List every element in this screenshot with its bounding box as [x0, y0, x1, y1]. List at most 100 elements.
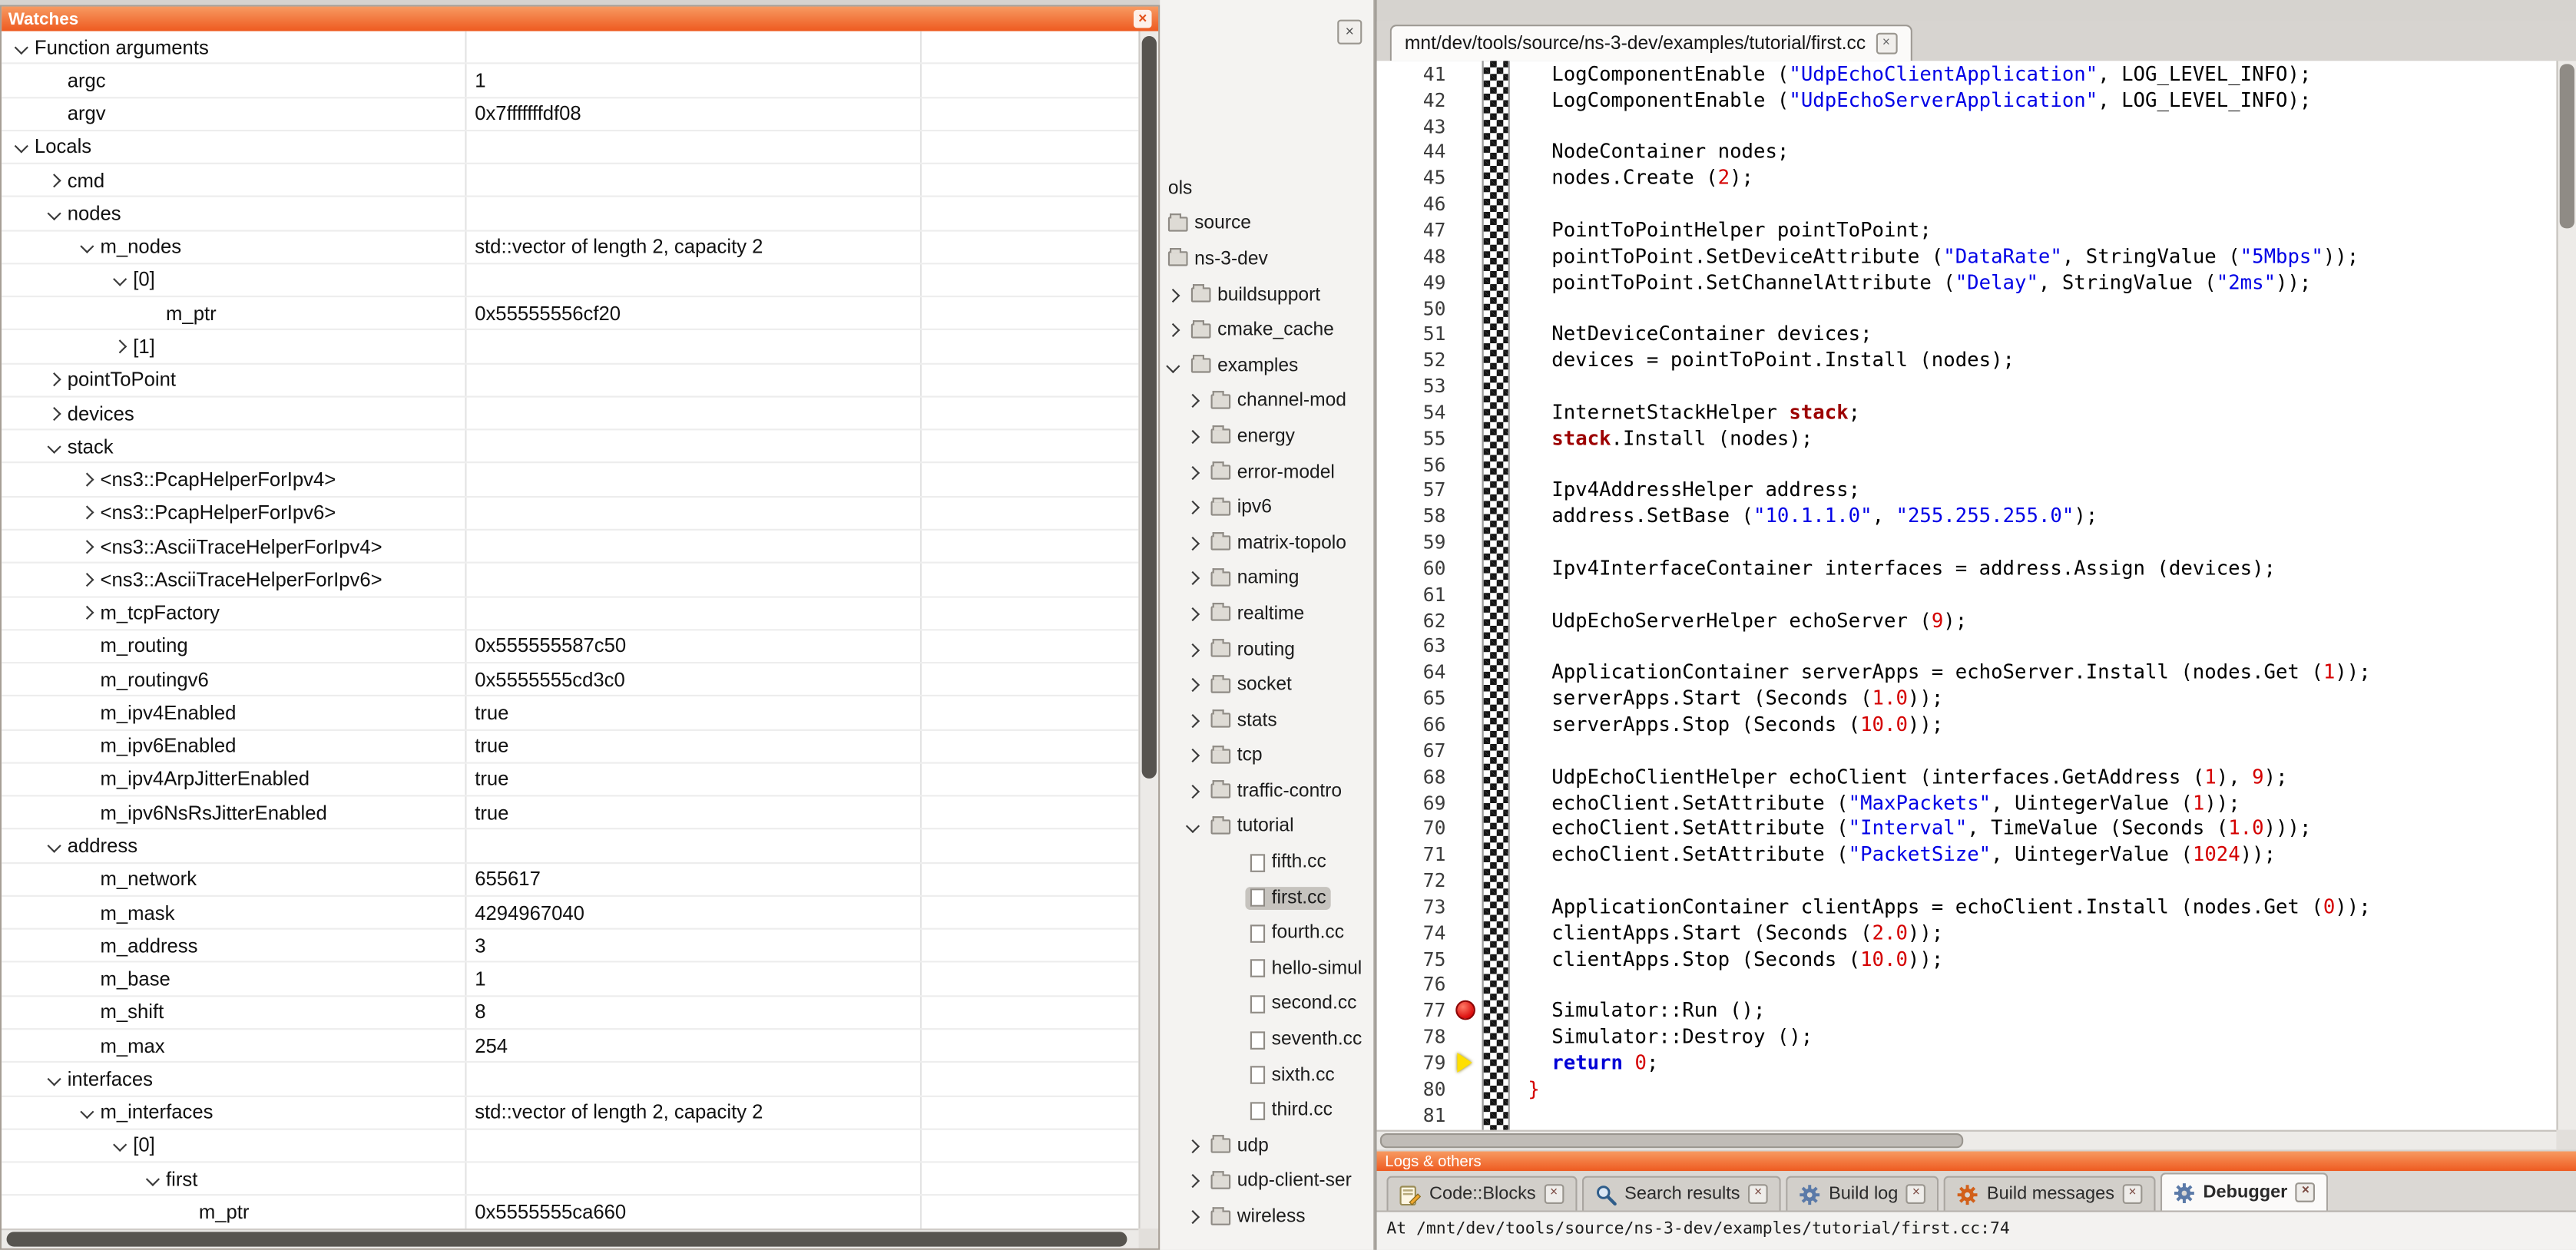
- watch-row[interactable]: m_ipv6NsRsJitterEnabledtrue: [2, 797, 1138, 830]
- expand-icon[interactable]: [1183, 462, 1203, 482]
- watch-row[interactable]: <ns3::AsciiTraceHelperForIpv6>: [2, 564, 1138, 597]
- watch-row[interactable]: devices: [2, 397, 1138, 430]
- code-line[interactable]: 63: [1377, 633, 2558, 660]
- watch-row[interactable]: m_tcpFactory: [2, 597, 1138, 630]
- tree-item-channel-mod[interactable]: channel-mod: [1160, 384, 1373, 419]
- marker-margin[interactable]: [1452, 1023, 1482, 1050]
- watch-row[interactable]: [0]: [2, 1129, 1138, 1162]
- tree-item-ipv6[interactable]: ipv6: [1160, 490, 1373, 525]
- tree-item-cmake-cache[interactable]: cmake_cache: [1160, 312, 1373, 348]
- watch-row[interactable]: [0]: [2, 264, 1138, 297]
- watch-row[interactable]: m_base1: [2, 963, 1138, 996]
- logs-titlebar[interactable]: Logs & others: [1377, 1152, 2576, 1172]
- expand-icon[interactable]: [78, 537, 98, 557]
- code-line[interactable]: 69 echoClient.SetAttribute ("MaxPackets"…: [1377, 789, 2558, 815]
- marker-margin[interactable]: [1452, 1102, 1482, 1128]
- tree-item-hello-simul[interactable]: hello-simul: [1160, 951, 1373, 987]
- watch-row[interactable]: m_shift8: [2, 997, 1138, 1030]
- tree-item-ns-3-dev[interactable]: ns-3-dev: [1160, 242, 1373, 277]
- tree-item-socket[interactable]: socket: [1160, 667, 1373, 703]
- code-line[interactable]: 52 devices = pointToPoint.Install (nodes…: [1377, 347, 2558, 373]
- tree-item-realtime[interactable]: realtime: [1160, 597, 1373, 632]
- expand-icon[interactable]: [1183, 675, 1203, 695]
- code-area[interactable]: 41 LogComponentEnable ("UdpEchoClientApp…: [1377, 61, 2558, 1130]
- expand-icon[interactable]: [45, 170, 65, 190]
- watch-row[interactable]: m_ptr0x55555556cf20: [2, 297, 1138, 330]
- marker-margin[interactable]: [1452, 269, 1482, 295]
- code-line[interactable]: 64 ApplicationContainer serverApps = ech…: [1377, 660, 2558, 686]
- marker-margin[interactable]: [1452, 737, 1482, 763]
- code-line[interactable]: 56: [1377, 451, 2558, 478]
- watch-row[interactable]: nodes: [2, 197, 1138, 230]
- watch-row[interactable]: m_interfacesstd::vector of length 2, cap…: [2, 1096, 1138, 1129]
- marker-margin[interactable]: [1452, 607, 1482, 633]
- scrollbar-thumb[interactable]: [7, 1232, 1127, 1246]
- marker-margin[interactable]: [1452, 763, 1482, 789]
- scrollbar-thumb[interactable]: [1380, 1133, 1963, 1148]
- marker-margin[interactable]: [1452, 243, 1482, 269]
- marker-margin[interactable]: [1452, 165, 1482, 191]
- marker-margin[interactable]: [1452, 477, 1482, 503]
- code-line[interactable]: 79 return 0;: [1377, 1050, 2558, 1076]
- close-pane-button[interactable]: ×: [1337, 20, 1362, 45]
- marker-margin[interactable]: [1452, 686, 1482, 712]
- watch-row[interactable]: m_network655617: [2, 863, 1138, 896]
- expand-icon[interactable]: [45, 403, 65, 423]
- logs-tab-debugger[interactable]: Debugger×: [2160, 1172, 2329, 1210]
- collapse-icon[interactable]: [12, 37, 31, 57]
- expand-icon[interactable]: [1183, 534, 1203, 554]
- watch-row[interactable]: <ns3::PcapHelperForIpv4>: [2, 464, 1138, 497]
- watch-row[interactable]: m_address3: [2, 930, 1138, 963]
- watch-row[interactable]: address: [2, 830, 1138, 863]
- expand-icon[interactable]: [1163, 285, 1183, 305]
- close-tab-icon[interactable]: ×: [2123, 1184, 2143, 1204]
- breakpoint-icon[interactable]: [1455, 1000, 1475, 1020]
- code-line[interactable]: 80}: [1377, 1076, 2558, 1102]
- marker-margin[interactable]: [1452, 1050, 1482, 1076]
- close-tab-icon[interactable]: ×: [1876, 33, 1897, 55]
- tree-item-tcp[interactable]: tcp: [1160, 739, 1373, 774]
- marker-margin[interactable]: [1452, 711, 1482, 737]
- tree-item-energy[interactable]: energy: [1160, 419, 1373, 455]
- tree-item-fourth-cc[interactable]: fourth.cc: [1160, 915, 1373, 951]
- marker-margin[interactable]: [1452, 113, 1482, 139]
- code-line[interactable]: 51 NetDeviceContainer devices;: [1377, 321, 2558, 347]
- marker-margin[interactable]: [1452, 555, 1482, 581]
- collapse-icon[interactable]: [45, 1069, 65, 1089]
- tree-item-seventh-cc[interactable]: seventh.cc: [1160, 1022, 1373, 1057]
- expand-icon[interactable]: [110, 337, 130, 357]
- marker-margin[interactable]: [1452, 842, 1482, 868]
- code-line[interactable]: 72: [1377, 868, 2558, 894]
- marker-margin[interactable]: [1452, 529, 1482, 555]
- logs-tab-search-results[interactable]: Search results×: [1582, 1176, 1781, 1211]
- watch-row[interactable]: interfaces: [2, 1063, 1138, 1096]
- marker-margin[interactable]: [1452, 425, 1482, 451]
- expand-icon[interactable]: [78, 503, 98, 523]
- collapse-icon[interactable]: [110, 1136, 130, 1156]
- watches-titlebar[interactable]: Watches ×: [2, 7, 1158, 31]
- code-line[interactable]: 41 LogComponentEnable ("UdpEchoClientApp…: [1377, 61, 2558, 87]
- close-tab-icon[interactable]: ×: [1906, 1184, 1926, 1204]
- collapse-icon[interactable]: [1183, 817, 1203, 837]
- marker-margin[interactable]: [1452, 295, 1482, 321]
- marker-margin[interactable]: [1452, 191, 1482, 217]
- expand-icon[interactable]: [78, 570, 98, 590]
- code-line[interactable]: 47 PointToPointHelper pointToPoint;: [1377, 217, 2558, 243]
- watches-horizontal-scrollbar[interactable]: [2, 1229, 1138, 1248]
- watch-row[interactable]: pointToPoint: [2, 364, 1138, 397]
- code-line[interactable]: 50: [1377, 295, 2558, 321]
- collapse-icon[interactable]: [45, 836, 65, 856]
- tree-item-examples[interactable]: examples: [1160, 348, 1373, 383]
- marker-margin[interactable]: [1452, 789, 1482, 815]
- code-line[interactable]: 73 ApplicationContainer clientApps = ech…: [1377, 894, 2558, 920]
- tree-item-traffic-contro[interactable]: traffic-contro: [1160, 774, 1373, 809]
- code-line[interactable]: 44 NodeContainer nodes;: [1377, 139, 2558, 165]
- watch-row[interactable]: first: [2, 1163, 1138, 1196]
- expand-icon[interactable]: [78, 470, 98, 490]
- expand-icon[interactable]: [78, 603, 98, 623]
- expand-icon[interactable]: [1183, 498, 1203, 518]
- editor-vertical-scrollbar[interactable]: [2556, 61, 2576, 1130]
- watch-row[interactable]: Locals: [2, 131, 1138, 164]
- code-line[interactable]: 46: [1377, 191, 2558, 217]
- code-line[interactable]: 42 LogComponentEnable ("UdpEchoServerApp…: [1377, 87, 2558, 113]
